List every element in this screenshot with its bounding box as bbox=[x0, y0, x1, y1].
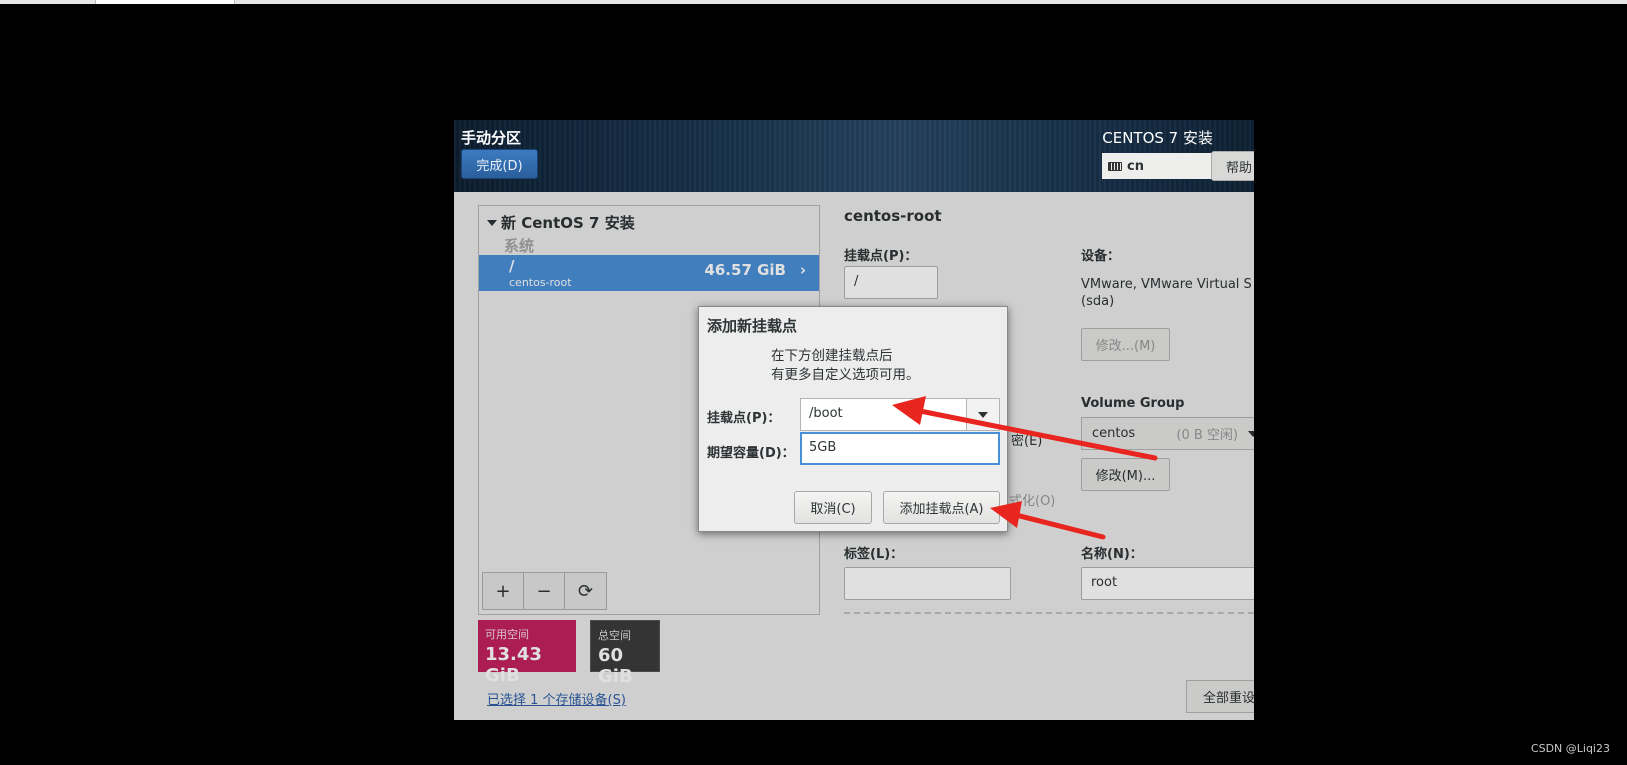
done-button[interactable]: 完成(D) bbox=[461, 149, 538, 179]
chevron-down-icon[interactable] bbox=[966, 399, 999, 430]
browser-tab[interactable] bbox=[95, 0, 235, 4]
keyboard-layout-indicator[interactable]: cn bbox=[1102, 153, 1212, 179]
mount-point-combo[interactable]: /boot bbox=[800, 398, 1000, 431]
keyboard-icon bbox=[1108, 161, 1122, 171]
dialog-title: 添加新挂载点 bbox=[707, 317, 798, 335]
dialog-description: 在下方创建挂载点后 有更多自定义选项可用。 bbox=[771, 347, 920, 385]
browser-tab-strip bbox=[0, 0, 1627, 4]
add-mount-point-dialog: 添加新挂载点 在下方创建挂载点后 有更多自定义选项可用。 挂载点(P)： /bo… bbox=[698, 306, 1008, 532]
page-title: 手动分区 bbox=[461, 129, 522, 147]
cancel-button[interactable]: 取消(C) bbox=[794, 491, 872, 524]
product-title: CENTOS 7 安装 bbox=[1102, 129, 1213, 147]
mount-point-combo-value: /boot bbox=[809, 406, 843, 421]
help-button[interactable]: 帮助 bbox=[1211, 151, 1254, 181]
watermark: CSDN @Liqi23 bbox=[1530, 742, 1610, 755]
keyboard-layout-label: cn bbox=[1127, 158, 1144, 174]
dialog-mount-point-label: 挂载点(P)： bbox=[707, 411, 781, 426]
dialog-description-line1: 在下方创建挂载点后 bbox=[771, 348, 893, 364]
add-mount-point-button[interactable]: 添加挂载点(A) bbox=[883, 491, 1000, 524]
dialog-capacity-label: 期望容量(D)： bbox=[707, 446, 795, 461]
dialog-description-line2: 有更多自定义选项可用。 bbox=[771, 367, 920, 383]
desired-capacity-input[interactable]: 5GB bbox=[800, 432, 1000, 465]
